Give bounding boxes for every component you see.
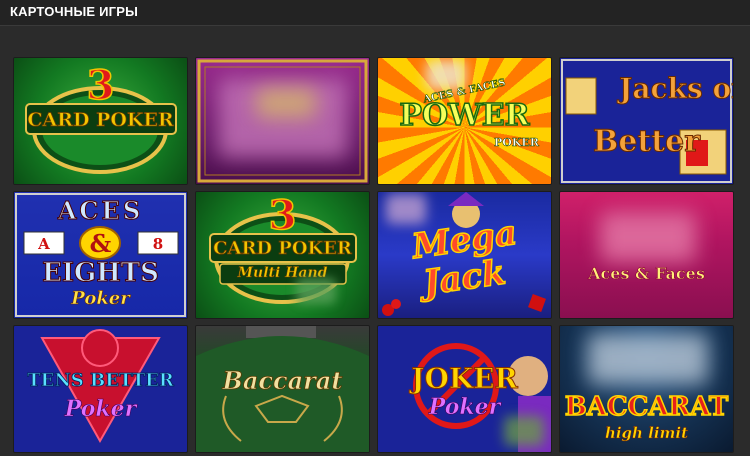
game-tile-tens-or-better[interactable]: TENS BETTER Poker [14, 326, 187, 452]
game-tile-three-card-poker-multihand[interactable]: 3 CARD POKER Multi Hand [196, 192, 369, 318]
game-tile-mega-jack[interactable]: Mega Jack [378, 192, 551, 318]
game-tile-jacks-or-better[interactable]: Jacks or Better [560, 58, 733, 184]
game-tile-blurred-purple-game[interactable] [196, 58, 369, 184]
logo-title: CARD POKER [27, 109, 174, 132]
logo-subtitle: Multi Hand [237, 265, 328, 282]
logo-title: JOKER [411, 362, 519, 396]
section-title: КАРТОЧНЫЕ ИГРЫ [10, 4, 138, 19]
game-tile-aces-faces-power-poker[interactable]: ACES & FACES POWER POKER [378, 58, 551, 184]
logo-title: POWER [399, 97, 531, 134]
logo-title: Aces & Faces [588, 264, 705, 284]
logo-title: BACCARAT [564, 391, 729, 423]
blurred-top-art [588, 334, 708, 384]
game-tile-three-card-poker[interactable]: 3 CARD POKER [14, 58, 187, 184]
logo-title: CARD POKER [213, 238, 352, 260]
blurred-corner [296, 278, 336, 304]
logo-number: 3 [268, 192, 297, 240]
blurred-logo-highlight [256, 88, 316, 118]
blurred-corner [504, 416, 544, 446]
logo-number: 3 [86, 61, 115, 110]
game-tile-baccarat-high-limit[interactable]: BACCARAT high limit [560, 326, 733, 452]
game-tile-joker-poker[interactable]: JOKER Poker [378, 326, 551, 452]
section-header: КАРТОЧНЫЕ ИГРЫ [0, 0, 750, 26]
game-tile-aces-faces[interactable]: Aces & Faces [560, 192, 733, 318]
logo-line-2: EIGHTS [42, 258, 160, 289]
game-tile-aces-eights-poker[interactable]: ACES A & 8 EIGHTS Poker [14, 192, 187, 318]
logo-title: Baccarat [222, 366, 343, 396]
game-tile-baccarat[interactable]: Baccarat [196, 326, 369, 452]
games-grid: 3 CARD POKER ACES & FACES POWER POKER Ja… [14, 58, 733, 452]
logo-subtitle: Poker [71, 288, 130, 310]
logo-line-1: ACES [57, 196, 144, 226]
blurred-card-art [600, 212, 696, 262]
logo-subtitle: Poker [64, 396, 137, 423]
logo-subtitle: POKER [494, 136, 539, 150]
blurred-card-art [426, 60, 466, 90]
logo-line-2: Better [592, 124, 701, 160]
blurred-top-left [386, 194, 426, 224]
logo-line-1: Jacks or [619, 72, 733, 106]
logo-subtitle: high limit [604, 424, 689, 443]
logo-card-right: 8 [152, 235, 164, 253]
logo-title: TENS BETTER [27, 370, 174, 392]
